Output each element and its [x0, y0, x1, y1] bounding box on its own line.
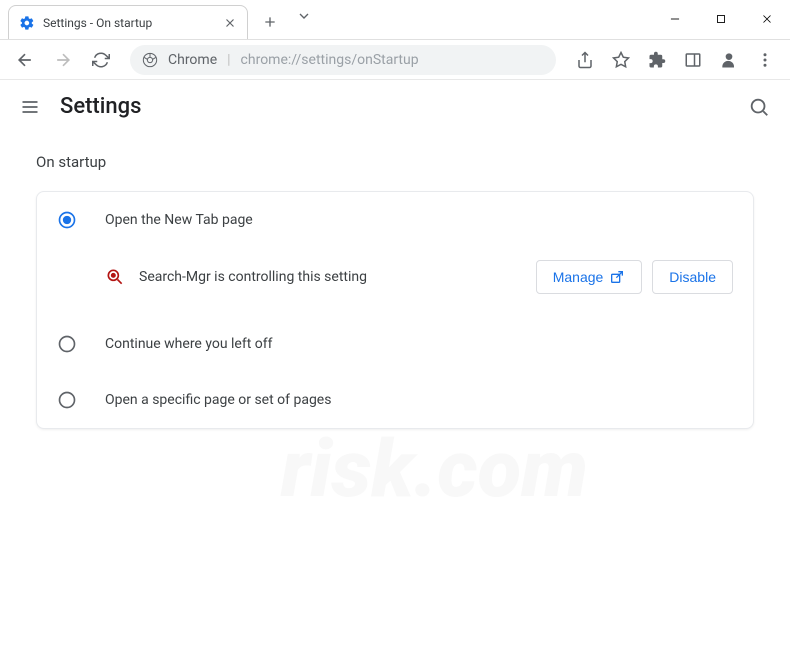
back-button[interactable] [8, 43, 42, 77]
browser-toolbar: Chrome | chrome://settings/onStartup [0, 40, 790, 80]
radio-option-specific[interactable]: Open a specific page or set of pages [37, 372, 753, 428]
startup-card: Open the New Tab page Search-Mgr is cont… [36, 191, 754, 429]
window-titlebar: Settings - On startup [0, 0, 790, 40]
chrome-logo-icon [142, 52, 158, 68]
extension-notice: Search-Mgr is controlling this setting M… [37, 248, 753, 316]
startup-section: On startup Open the New Tab page Search-… [0, 133, 790, 449]
side-panel-button[interactable] [676, 43, 710, 77]
open-external-icon [609, 269, 625, 285]
radio-label: Open a specific page or set of pages [105, 392, 331, 408]
close-window-button[interactable] [744, 4, 790, 34]
minimize-button[interactable] [652, 4, 698, 34]
share-button[interactable] [568, 43, 602, 77]
tab-search-button[interactable] [284, 0, 324, 24]
address-bar[interactable]: Chrome | chrome://settings/onStartup [130, 45, 556, 75]
address-separator: | [227, 52, 230, 68]
manage-button-label: Manage [553, 269, 604, 285]
radio-option-new-tab[interactable]: Open the New Tab page [37, 192, 753, 248]
window-controls [652, 0, 790, 34]
close-icon[interactable] [223, 16, 237, 30]
reload-button[interactable] [84, 43, 118, 77]
manage-button[interactable]: Manage [536, 260, 643, 294]
bookmark-button[interactable] [604, 43, 638, 77]
search-icon[interactable] [748, 96, 770, 118]
new-tab-button[interactable] [256, 8, 284, 36]
extensions-button[interactable] [640, 43, 674, 77]
notice-text: Search-Mgr is controlling this setting [139, 269, 367, 285]
profile-button[interactable] [712, 43, 746, 77]
maximize-button[interactable] [698, 4, 744, 34]
radio-unselected-icon [57, 390, 77, 410]
radio-unselected-icon [57, 334, 77, 354]
disable-button[interactable]: Disable [652, 260, 733, 294]
browser-tab[interactable]: Settings - On startup [8, 5, 248, 39]
forward-button[interactable] [46, 43, 80, 77]
address-prefix: Chrome [168, 52, 217, 68]
address-url: chrome://settings/onStartup [241, 52, 419, 68]
magnifier-warning-icon [105, 267, 125, 287]
notice-actions: Manage Disable [536, 260, 733, 294]
radio-label: Open the New Tab page [105, 212, 253, 228]
settings-header: Settings [0, 80, 790, 133]
disable-button-label: Disable [669, 269, 716, 285]
radio-label: Continue where you left off [105, 336, 273, 352]
radio-selected-icon [57, 210, 77, 230]
tab-title: Settings - On startup [43, 16, 152, 30]
hamburger-icon[interactable] [20, 97, 40, 117]
gear-icon [19, 15, 35, 31]
menu-button[interactable] [748, 43, 782, 77]
section-title: On startup [36, 153, 754, 171]
radio-option-continue[interactable]: Continue where you left off [37, 316, 753, 372]
settings-content: Settings On startup Open the New Tab pag… [0, 80, 790, 449]
page-title: Settings [60, 94, 141, 119]
